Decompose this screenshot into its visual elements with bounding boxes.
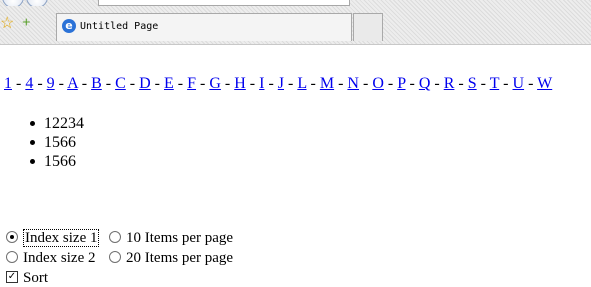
- letter-separator: -: [12, 75, 26, 92]
- letter-separator: -: [125, 75, 140, 92]
- letter-link-e[interactable]: E: [164, 75, 174, 92]
- browser-tab[interactable]: e Untitled Page: [56, 13, 352, 41]
- forward-button-icon[interactable]: [26, 0, 48, 6]
- letter-link-d[interactable]: D: [139, 75, 151, 92]
- letter-separator: -: [150, 75, 164, 92]
- sort-label: Sort: [23, 270, 49, 286]
- letter-link-m[interactable]: M: [320, 75, 334, 92]
- letter-link-9[interactable]: 9: [47, 75, 55, 92]
- letter-separator: -: [430, 75, 444, 92]
- letter-link-p[interactable]: P: [397, 75, 405, 92]
- back-button-icon[interactable]: [2, 0, 24, 6]
- letter-separator: -: [264, 75, 278, 92]
- favorites-star-icon[interactable]: ☆: [0, 16, 14, 32]
- index-size-2-radio[interactable]: [6, 250, 18, 263]
- letter-link-s[interactable]: S: [468, 75, 477, 92]
- address-field[interactable]: [98, 0, 350, 6]
- list-item: 1566: [30, 152, 84, 171]
- letter-separator: -: [334, 75, 348, 92]
- index-size-2-option[interactable]: Index size 2: [6, 249, 95, 267]
- letter-separator: -: [306, 75, 320, 92]
- letter-separator: -: [245, 75, 260, 92]
- items-20-option[interactable]: 20 Items per page: [109, 249, 233, 267]
- letter-separator: -: [173, 75, 188, 92]
- letter-separator: -: [54, 75, 68, 92]
- index-size-1-label: Index size 1: [23, 229, 100, 247]
- letter-index-nav: 1 - 4 - 9 - A - B - C - D - E - F - G - …: [4, 75, 552, 93]
- letter-link-t[interactable]: T: [490, 75, 499, 92]
- letter-separator: -: [383, 75, 398, 92]
- letter-link-w[interactable]: W: [537, 75, 552, 92]
- index-size-2-label: Index size 2: [23, 250, 96, 266]
- results-list: 12234 1566 1566: [30, 114, 84, 171]
- letter-separator: -: [77, 75, 92, 92]
- letter-separator: -: [358, 75, 373, 92]
- add-favorites-icon[interactable]: +: [22, 15, 31, 31]
- browser-toolbar: ☆ + e Untitled Page: [0, 0, 591, 45]
- list-item: 12234: [30, 115, 84, 132]
- address-bar-strip: [0, 0, 591, 6]
- items-10-option[interactable]: 10 Items per page: [109, 229, 233, 247]
- tab-title: Untitled Page: [80, 21, 159, 32]
- sort-checkbox[interactable]: ✓: [6, 270, 18, 283]
- letter-separator: -: [33, 75, 47, 92]
- items-20-label: 20 Items per page: [126, 250, 234, 266]
- letter-separator: -: [405, 75, 419, 92]
- items-20-radio[interactable]: [109, 250, 121, 263]
- letter-link-f[interactable]: F: [187, 75, 196, 92]
- letter-separator: -: [101, 75, 116, 92]
- letter-link-o[interactable]: O: [372, 75, 384, 92]
- index-size-1-radio[interactable]: [6, 230, 18, 243]
- letter-separator: -: [476, 75, 490, 92]
- sort-option[interactable]: ✓ Sort: [6, 269, 48, 287]
- letter-separator: -: [196, 75, 210, 92]
- letter-link-r[interactable]: R: [444, 75, 455, 92]
- letter-link-a[interactable]: A: [67, 75, 78, 92]
- letter-link-n[interactable]: N: [347, 75, 359, 92]
- letter-separator: -: [499, 75, 513, 92]
- items-10-radio[interactable]: [109, 230, 121, 243]
- letter-link-c[interactable]: C: [115, 75, 126, 92]
- letter-link-1[interactable]: 1: [4, 75, 12, 92]
- letter-separator: -: [284, 75, 298, 92]
- letter-link-q[interactable]: Q: [419, 75, 431, 92]
- ie-page-icon: e: [62, 19, 76, 33]
- letter-link-g[interactable]: G: [209, 75, 221, 92]
- letter-separator: -: [220, 75, 235, 92]
- items-10-label: 10 Items per page: [126, 230, 234, 246]
- list-item: 1566: [30, 133, 84, 152]
- letter-link-b[interactable]: B: [91, 75, 102, 92]
- letter-link-h[interactable]: H: [234, 75, 246, 92]
- new-tab-button[interactable]: [353, 13, 383, 41]
- letter-link-u[interactable]: U: [513, 75, 525, 92]
- letter-separator: -: [524, 75, 538, 92]
- index-size-1-option[interactable]: Index size 1: [6, 229, 100, 247]
- letter-link-l[interactable]: L: [297, 75, 306, 92]
- letter-separator: -: [454, 75, 468, 92]
